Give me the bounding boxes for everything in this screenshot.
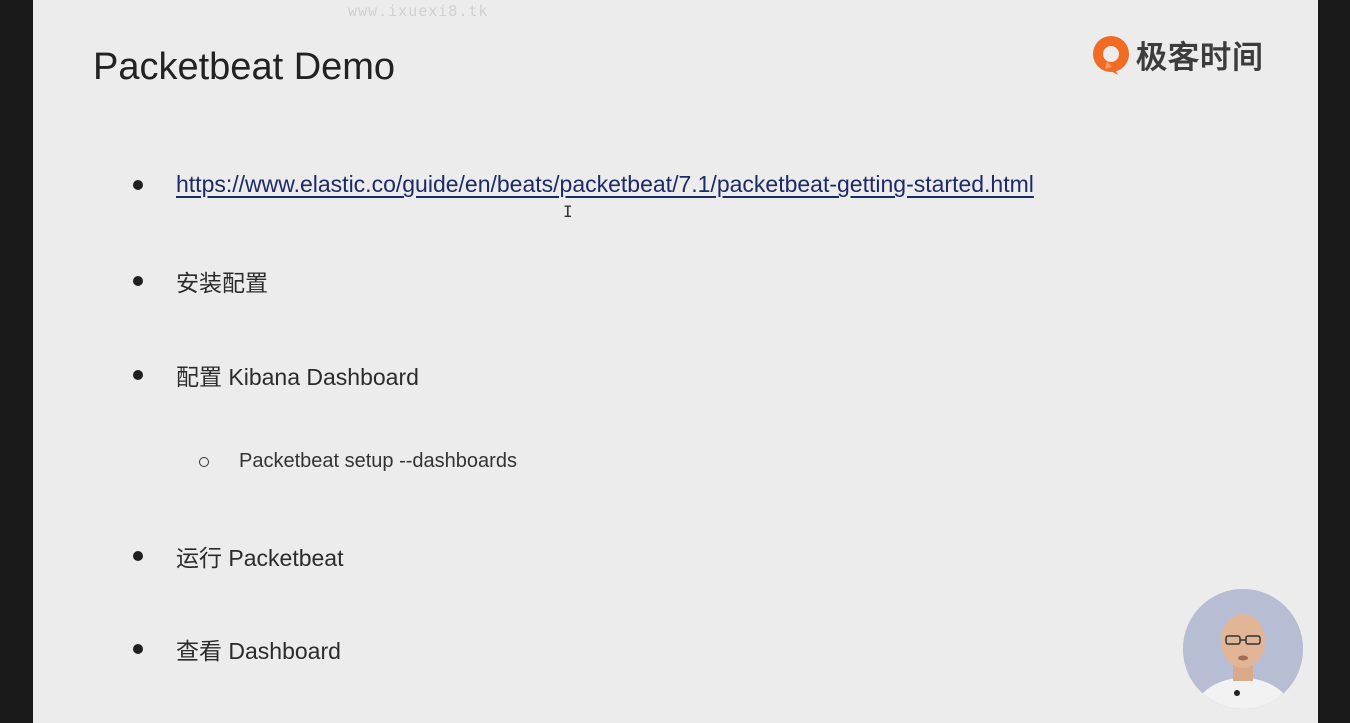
slide-title: Packetbeat Demo <box>93 46 396 88</box>
bullet-dot <box>133 644 143 654</box>
presenter-video-icon <box>1183 589 1303 709</box>
text-cursor-icon: I <box>563 202 573 221</box>
bullet-item-install: 安装配置 <box>133 264 268 298</box>
bullet-item-kibana-dashboard: 配置 Kibana Dashboard <box>133 358 419 392</box>
bullet-item-view-dashboard: 查看 Dashboard <box>133 632 341 666</box>
sub-bullet-setup-dashboards: Packetbeat setup --dashboards <box>199 450 517 473</box>
bullet-item-link: https://www.elastic.co/guide/en/beats/pa… <box>133 171 1034 198</box>
bullet-text: 运行 Packetbeat <box>176 545 344 571</box>
bullet-dot <box>133 179 143 190</box>
geektime-logo: 极客时间 <box>1090 32 1264 77</box>
bullet-item-run: 运行 Packetbeat <box>133 539 343 573</box>
watermark: www.ixuexi8.tk <box>348 2 489 20</box>
presentation-slide: www.ixuexi8.tk Packetbeat Demo 极客时间 http… <box>33 0 1318 723</box>
bullet-text: Packetbeat setup --dashboards <box>239 450 517 472</box>
bullet-text: 查看 Dashboard <box>176 638 341 664</box>
bullet-text: 安装配置 <box>176 270 268 296</box>
bullet-dot <box>133 551 143 561</box>
bullet-dot <box>133 370 143 380</box>
geektime-logo-icon <box>1093 35 1129 75</box>
packetbeat-guide-link[interactable]: https://www.elastic.co/guide/en/beats/pa… <box>176 171 1034 198</box>
bullet-text: 配置 Kibana Dashboard <box>176 364 419 390</box>
presenter-avatar <box>1183 589 1303 709</box>
logo-text: 极客时间 <box>1136 40 1264 76</box>
hollow-bullet <box>199 456 209 467</box>
bullet-dot <box>133 276 143 286</box>
